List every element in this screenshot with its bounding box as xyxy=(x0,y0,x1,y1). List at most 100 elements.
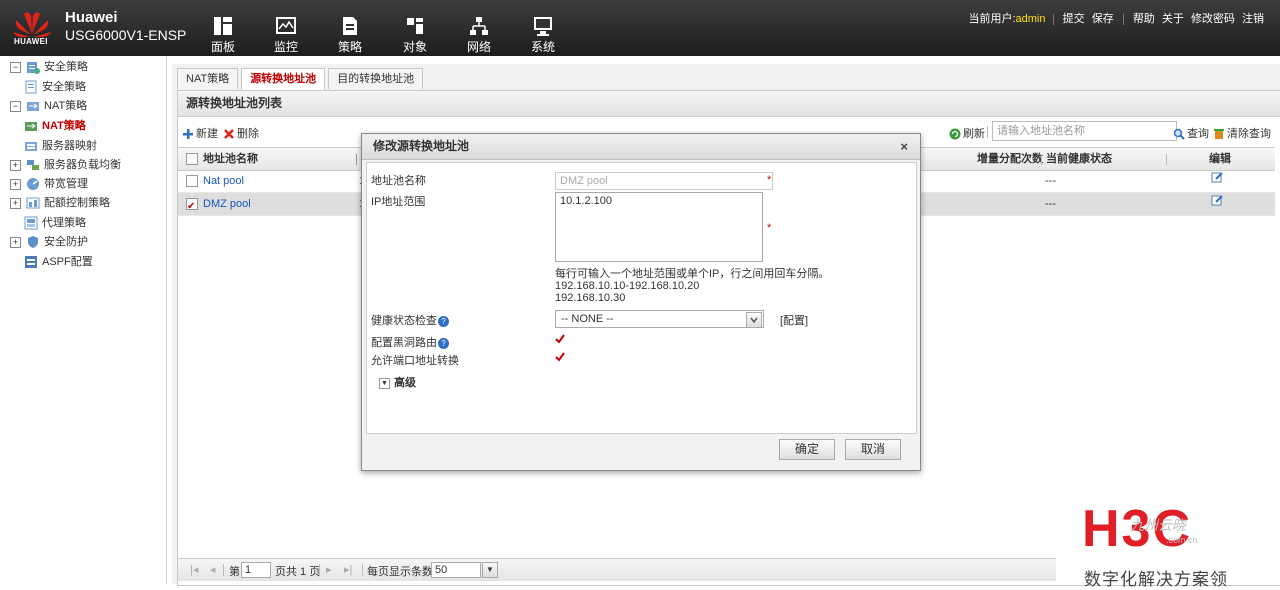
help-icon[interactable]: ? xyxy=(438,315,449,327)
per-page-select[interactable]: 50 ▼ xyxy=(431,562,498,578)
pool-name-link[interactable]: DMZ pool xyxy=(203,198,251,210)
close-icon[interactable]: × xyxy=(900,134,908,159)
sidebar-item-aspf[interactable]: ASPF配置 xyxy=(24,253,93,271)
sidebar-item-label: 配额控制策略 xyxy=(44,197,110,209)
user-bar: 当前用户:admin 提交 保存 帮助 关于 修改密码 注销 xyxy=(968,10,1266,26)
sidebar-item-label: 服务器负载均衡 xyxy=(44,159,121,171)
divider xyxy=(1052,13,1054,25)
ip-range-hint: 每行可输入一个地址范围或单个IP，行之间用回车分隔。 xyxy=(555,268,830,280)
nav-object[interactable]: 对象 xyxy=(395,15,435,55)
sidebar-item-label: 服务器映射 xyxy=(42,140,97,152)
column-header-edit: 编辑 xyxy=(1209,153,1231,165)
nav-dashboard[interactable]: 面板 xyxy=(203,15,243,55)
page-number-input[interactable]: 1 xyxy=(241,562,271,578)
sidebar-item-label: NAT策略 xyxy=(44,100,88,112)
edit-button[interactable] xyxy=(1211,169,1223,191)
clear-query-button[interactable]: 清除查询 xyxy=(1213,125,1271,141)
sidebar-item-security-policy[interactable]: 安全策略 xyxy=(24,78,86,96)
required-marker: * xyxy=(767,174,772,186)
advanced-toggle[interactable]: ▼ 高级 xyxy=(379,374,416,390)
about-link[interactable]: 关于 xyxy=(1162,13,1184,25)
dialog-title: 修改源转换地址池 xyxy=(373,139,470,153)
sidebar-item-label: ASPF配置 xyxy=(42,256,93,268)
logout-link[interactable]: 注销 xyxy=(1242,13,1264,25)
sidebar-item-nat-policy[interactable]: NAT策略 xyxy=(24,117,86,135)
submit-link[interactable]: 提交 xyxy=(1063,13,1085,25)
new-button[interactable]: 新建 xyxy=(182,125,218,141)
expand-icon[interactable]: + xyxy=(10,178,21,190)
divider xyxy=(987,126,988,138)
last-page-icon[interactable]: ▸| xyxy=(344,563,352,576)
sidebar-item-server-mapping[interactable]: 服务器映射 xyxy=(24,137,97,155)
edit-pool-dialog: 修改源转换地址池 × 地址池名称 DMZ pool * IP地址范围 10.1.… xyxy=(361,133,921,471)
nav-network[interactable]: 网络 xyxy=(459,15,499,55)
change-password-link[interactable]: 修改密码 xyxy=(1191,13,1235,25)
sidebar-item-security-policy-group[interactable]: − 安全策略 xyxy=(10,58,88,76)
blackhole-route-checkbox[interactable] xyxy=(555,334,565,344)
ip-range-textarea[interactable]: 10.1.2.100 xyxy=(555,192,763,262)
ok-button[interactable]: 确定 xyxy=(779,439,835,460)
sidebar-item-slb[interactable]: + 服务器负载均衡 xyxy=(10,156,121,174)
delete-button[interactable]: 删除 xyxy=(223,125,259,141)
port-nat-checkbox[interactable] xyxy=(555,352,565,362)
chevron-down-icon[interactable] xyxy=(746,312,762,328)
sidebar-item-proxy[interactable]: 代理策略 xyxy=(24,214,86,232)
collapse-icon[interactable]: − xyxy=(10,61,21,73)
quota-icon xyxy=(26,197,40,209)
edit-button[interactable] xyxy=(1211,192,1223,214)
help-icon[interactable]: ? xyxy=(438,337,449,349)
system-icon xyxy=(534,17,552,36)
shield-icon xyxy=(28,236,38,249)
nav-monitor[interactable]: 监控 xyxy=(266,15,306,55)
first-page-icon[interactable]: |◂ xyxy=(190,563,198,576)
clear-icon xyxy=(1214,129,1224,140)
sidebar-item-label: 代理策略 xyxy=(42,217,86,229)
nav-label: 面板 xyxy=(210,40,235,54)
object-icon xyxy=(407,18,423,34)
watermark-caption: 数字化解决方案领 xyxy=(1084,570,1228,589)
page-prefix: 第 xyxy=(229,566,240,578)
panel-title: 源转换地址池列表 xyxy=(178,91,1280,117)
chevron-down-icon[interactable]: ▼ xyxy=(482,562,498,578)
page-total: 页共 1 页 xyxy=(275,566,321,578)
row-health: --- xyxy=(1045,198,1056,210)
sidebar-item-nat-policy-group[interactable]: − NAT策略 xyxy=(10,97,87,115)
cancel-button[interactable]: 取消 xyxy=(845,439,901,460)
health-config-link[interactable]: [配置] xyxy=(780,312,808,328)
nat-icon xyxy=(25,122,37,132)
expand-icon[interactable]: + xyxy=(10,159,21,171)
sidebar-item-quota[interactable]: + 配额控制策略 xyxy=(10,194,110,212)
help-link[interactable]: 帮助 xyxy=(1133,13,1155,25)
pool-search-input[interactable]: 请输入地址池名称 xyxy=(992,121,1177,141)
nav-system[interactable]: 系统 xyxy=(523,15,563,55)
select-all-checkbox[interactable] xyxy=(186,153,198,166)
sidebar-item-bandwidth[interactable]: + 带宽管理 xyxy=(10,175,88,193)
refresh-button[interactable]: 刷新 xyxy=(949,125,985,141)
health-check-select[interactable]: -- NONE -- xyxy=(555,310,764,328)
sidebar-item-label: 安全策略 xyxy=(42,81,86,93)
pool-name-field[interactable]: DMZ pool xyxy=(555,172,773,190)
query-button[interactable]: 查询 xyxy=(1173,125,1209,141)
sidebar-item-label: 安全策略 xyxy=(44,61,88,73)
pool-name-link[interactable]: Nat pool xyxy=(203,175,244,187)
prev-page-icon[interactable]: ◂ xyxy=(210,563,216,576)
collapse-icon[interactable]: − xyxy=(10,100,21,112)
tab-source-pool[interactable]: 源转换地址池 xyxy=(241,68,326,90)
save-link[interactable]: 保存 xyxy=(1092,13,1114,25)
divider xyxy=(319,564,320,576)
tab-nat-policy[interactable]: NAT策略 xyxy=(177,68,239,89)
row-checkbox[interactable] xyxy=(186,175,198,188)
server-map-icon xyxy=(25,142,37,152)
row-checkbox[interactable] xyxy=(186,196,198,218)
health-check-label: 健康状态检查? xyxy=(371,312,449,328)
divider xyxy=(1041,154,1042,165)
select-all-cell[interactable]: 地址池名称 xyxy=(186,148,258,170)
current-user-label: 当前用户: xyxy=(968,13,1016,25)
sidebar-item-security-protection[interactable]: + 安全防护 xyxy=(10,233,88,251)
tab-destination-pool[interactable]: 目的转换地址池 xyxy=(328,68,424,89)
expand-icon[interactable]: + xyxy=(10,197,21,209)
expand-icon[interactable]: + xyxy=(10,236,21,248)
nav-policy[interactable]: 策略 xyxy=(330,15,370,55)
bandwidth-icon xyxy=(27,178,39,191)
next-page-icon[interactable]: ▸ xyxy=(326,563,332,576)
